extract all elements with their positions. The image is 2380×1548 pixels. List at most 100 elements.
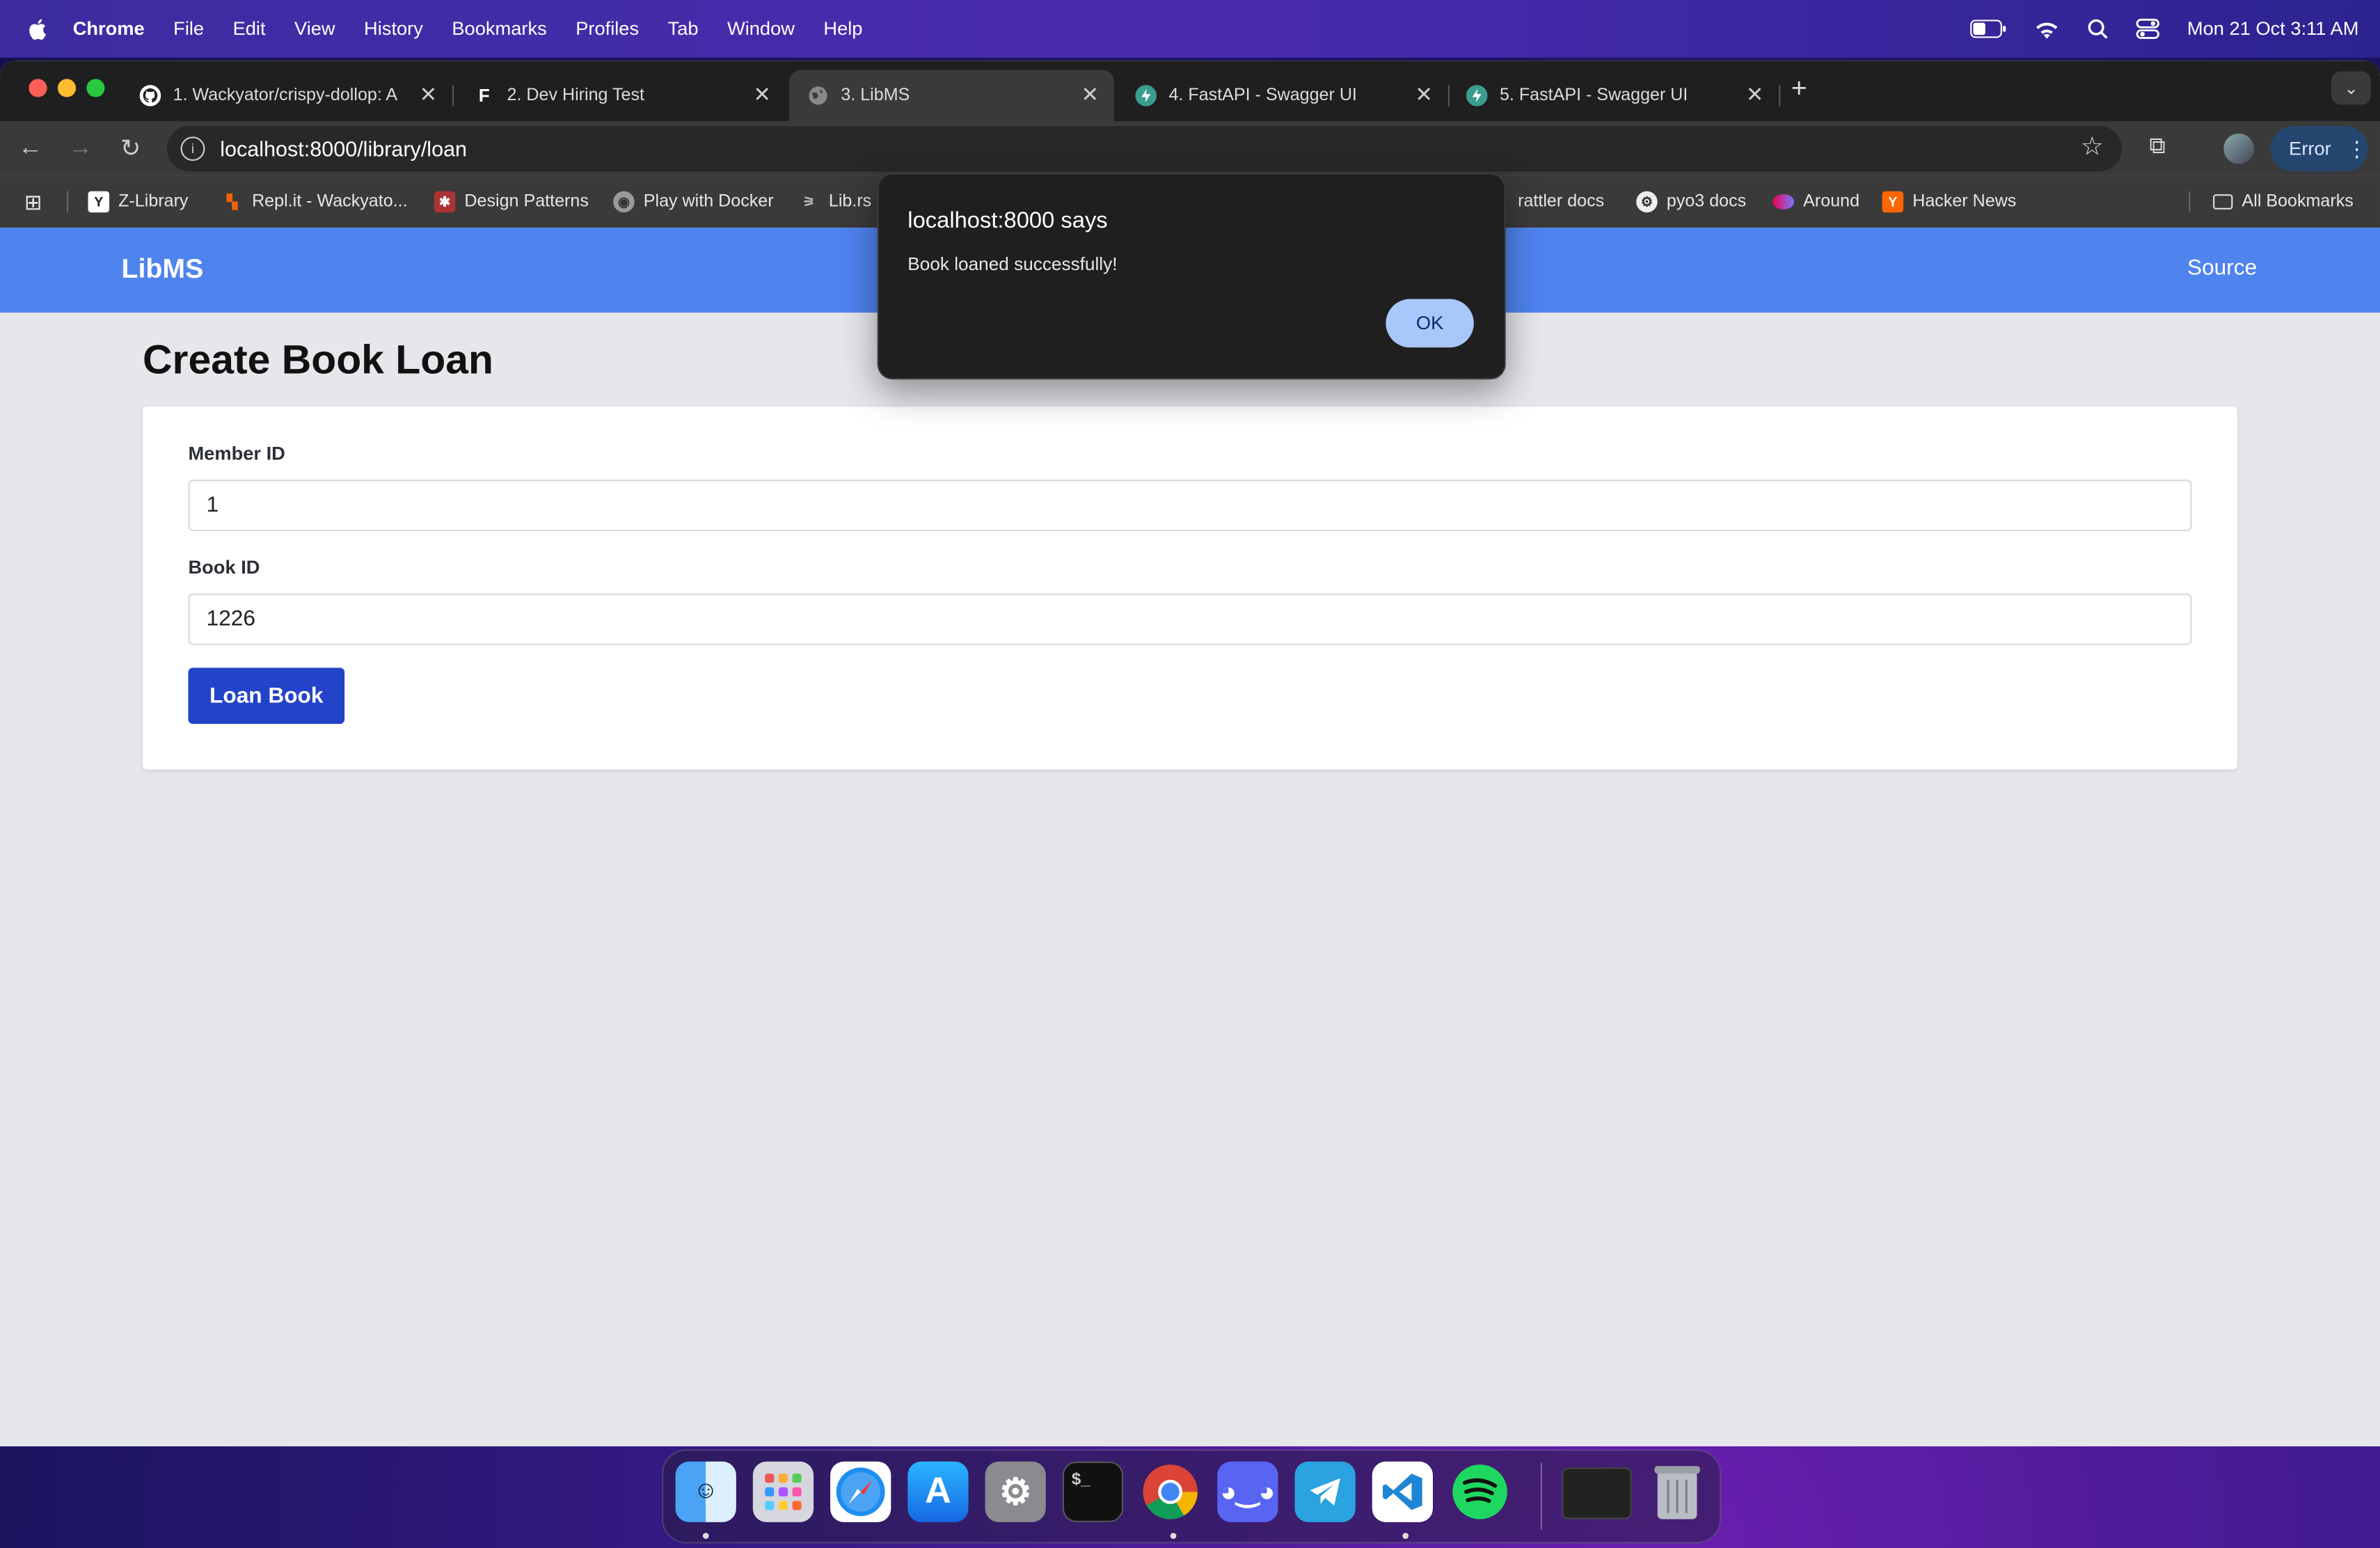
tab-github[interactable]: 1. Wackyator/crispy-dollop: A ✕ <box>121 70 454 121</box>
around-icon <box>1772 194 1795 210</box>
menu-bookmarks[interactable]: Bookmarks <box>452 18 546 40</box>
control-center-icon[interactable] <box>2136 18 2160 40</box>
bookmark-pyo3-docs[interactable]: ⚙ pyo3 docs <box>1636 188 1746 215</box>
tab-strip: 1. Wackyator/crispy-dollop: A ✕ F 2. Dev… <box>0 61 2380 122</box>
apps-icon[interactable]: ⊞ <box>24 188 42 215</box>
fastapi-icon <box>1466 85 1488 106</box>
tab-label: 4. FastAPI - Swagger UI <box>1168 86 1357 105</box>
menubar-datetime[interactable]: Mon 21 Oct 3:11 AM <box>2187 18 2359 40</box>
close-tab-icon[interactable]: ✕ <box>1415 82 1433 108</box>
finder-icon[interactable]: ☺ <box>675 1461 736 1522</box>
app-store-icon[interactable]: A <box>907 1461 969 1522</box>
profile-error-button[interactable]: Error ⋮ <box>2270 125 2368 172</box>
profile-error-label: Error <box>2289 138 2331 159</box>
zoom-window-button[interactable] <box>86 79 105 97</box>
profile-avatar[interactable] <box>2223 133 2254 164</box>
reload-icon[interactable]: ↻ <box>117 135 144 162</box>
tab-fastapi-2[interactable]: 5. FastAPI - Swagger UI ✕ <box>1448 70 1781 121</box>
pyo3-icon: ⚙ <box>1636 191 1658 213</box>
bookmark-around[interactable]: Around <box>1772 188 1859 215</box>
launchpad-icon[interactable] <box>752 1461 814 1522</box>
folder-icon <box>2213 194 2233 210</box>
system-settings-icon[interactable]: ⚙ <box>985 1461 1046 1522</box>
github-icon <box>139 85 161 106</box>
form-icon: F <box>478 85 490 106</box>
menu-profiles[interactable]: Profiles <box>576 18 639 40</box>
bookmark-rattler-docs[interactable]: ◐rattler docs <box>1493 188 1604 215</box>
close-tab-icon[interactable]: ✕ <box>1746 82 1764 108</box>
minimize-window-button[interactable] <box>57 79 77 97</box>
trash-icon[interactable] <box>1647 1462 1708 1522</box>
dialog-message: Book loaned successfully! <box>907 253 1118 275</box>
discord-icon[interactable]: ◕‿◕ <box>1217 1461 1278 1522</box>
bookmark-librs[interactable]: ⚞ Lib.rs <box>798 188 872 215</box>
bookmark-label: Repl.it - Wackyato... <box>252 192 408 212</box>
book-id-input[interactable]: 1226 <box>188 593 2192 645</box>
bookmark-hacker-news[interactable]: Y Hacker News <box>1882 188 2017 215</box>
bookmarks-divider <box>2189 191 2191 213</box>
safari-icon[interactable] <box>830 1461 891 1522</box>
menu-view[interactable]: View <box>294 18 335 40</box>
menu-window[interactable]: Window <box>727 18 795 40</box>
site-info-icon[interactable]: i <box>180 136 205 161</box>
wifi-icon[interactable] <box>2034 19 2060 38</box>
menu-app-name[interactable]: Chrome <box>73 18 145 40</box>
brand-logo[interactable]: LibMS <box>121 253 203 285</box>
bookmark-zlibrary[interactable]: Y Z-Library <box>88 188 189 215</box>
macos-dock: ☺ A ⚙ $_ ◕‿◕ <box>661 1449 1722 1544</box>
menu-edit[interactable]: Edit <box>233 18 266 40</box>
tab-label: 3. LibMS <box>841 86 910 105</box>
url-text[interactable]: localhost:8000/library/loan <box>220 136 467 161</box>
menu-tab[interactable]: Tab <box>668 18 699 40</box>
bookmark-design-patterns[interactable]: ✱ Design Patterns <box>434 188 589 215</box>
terminal-window-icon[interactable] <box>1562 1467 1632 1519</box>
tab-dev-hiring[interactable]: F 2. Dev Hiring Test ✕ <box>455 70 786 121</box>
menu-help[interactable]: Help <box>823 18 862 40</box>
nav-source-link[interactable]: Source <box>2187 256 2257 281</box>
bookmark-label: Hacker News <box>1912 192 2017 212</box>
all-bookmarks-label: All Bookmarks <box>2242 192 2354 212</box>
bookmark-label: rattler docs <box>1518 192 1605 212</box>
book-id-label: Book ID <box>188 557 260 578</box>
search-icon[interactable] <box>2087 18 2109 40</box>
forward-icon[interactable]: → <box>67 135 94 162</box>
chrome-icon[interactable] <box>1140 1462 1200 1522</box>
vscode-icon[interactable] <box>1372 1461 1433 1522</box>
loan-book-button[interactable]: Loan Book <box>188 668 345 725</box>
running-indicator <box>1402 1533 1409 1539</box>
bookmark-label: Z-Library <box>118 192 189 212</box>
close-tab-icon[interactable]: ✕ <box>753 82 771 108</box>
more-menu-icon[interactable]: ⋮ <box>2347 136 2368 161</box>
spotify-icon[interactable] <box>1450 1462 1510 1522</box>
close-tab-icon[interactable]: ✕ <box>420 82 438 108</box>
tab-libms[interactable]: 3. LibMS ✕ <box>789 70 1114 122</box>
extensions-icon[interactable]: ⧉ <box>2149 134 2176 161</box>
close-window-button[interactable] <box>29 79 47 97</box>
battery-icon[interactable] <box>1970 19 2006 38</box>
bookmark-star-icon[interactable]: ☆ <box>2081 132 2104 163</box>
fastapi-icon <box>1135 85 1157 106</box>
menu-history[interactable]: History <box>364 18 423 40</box>
dialog-ok-button[interactable]: OK <box>1386 299 1474 348</box>
running-indicator <box>702 1533 709 1539</box>
new-tab-icon[interactable]: + <box>1791 73 1807 105</box>
design-patterns-icon: ✱ <box>434 191 456 213</box>
address-bar[interactable]: i localhost:8000/library/loan ☆ <box>166 125 2123 172</box>
dialog-title: localhost:8000 says <box>907 207 1108 234</box>
terminal-icon[interactable]: $_ <box>1062 1461 1124 1522</box>
bookmark-label: Play with Docker <box>643 192 774 212</box>
close-tab-icon[interactable]: ✕ <box>1081 82 1100 108</box>
bookmark-replit[interactable]: ▚ Repl.it - Wackyato... <box>221 188 407 215</box>
all-bookmarks[interactable]: All Bookmarks <box>2213 188 2354 215</box>
member-id-input[interactable]: 1 <box>188 480 2192 532</box>
tab-search-icon[interactable]: ⌄ <box>2331 71 2371 105</box>
menu-file[interactable]: File <box>173 18 204 40</box>
apple-icon[interactable] <box>27 17 49 41</box>
back-icon[interactable]: ← <box>17 135 44 162</box>
telegram-icon[interactable] <box>1294 1461 1356 1522</box>
tab-fastapi-1[interactable]: 4. FastAPI - Swagger UI ✕ <box>1117 70 1450 121</box>
macos-menubar: Chrome File Edit View History Bookmarks … <box>0 0 2380 58</box>
loan-form-card: Member ID 1 Book ID 1226 Loan Book <box>143 406 2237 770</box>
running-indicator <box>1170 1533 1177 1539</box>
bookmark-play-with-docker[interactable]: ◉ Play with Docker <box>613 188 774 215</box>
